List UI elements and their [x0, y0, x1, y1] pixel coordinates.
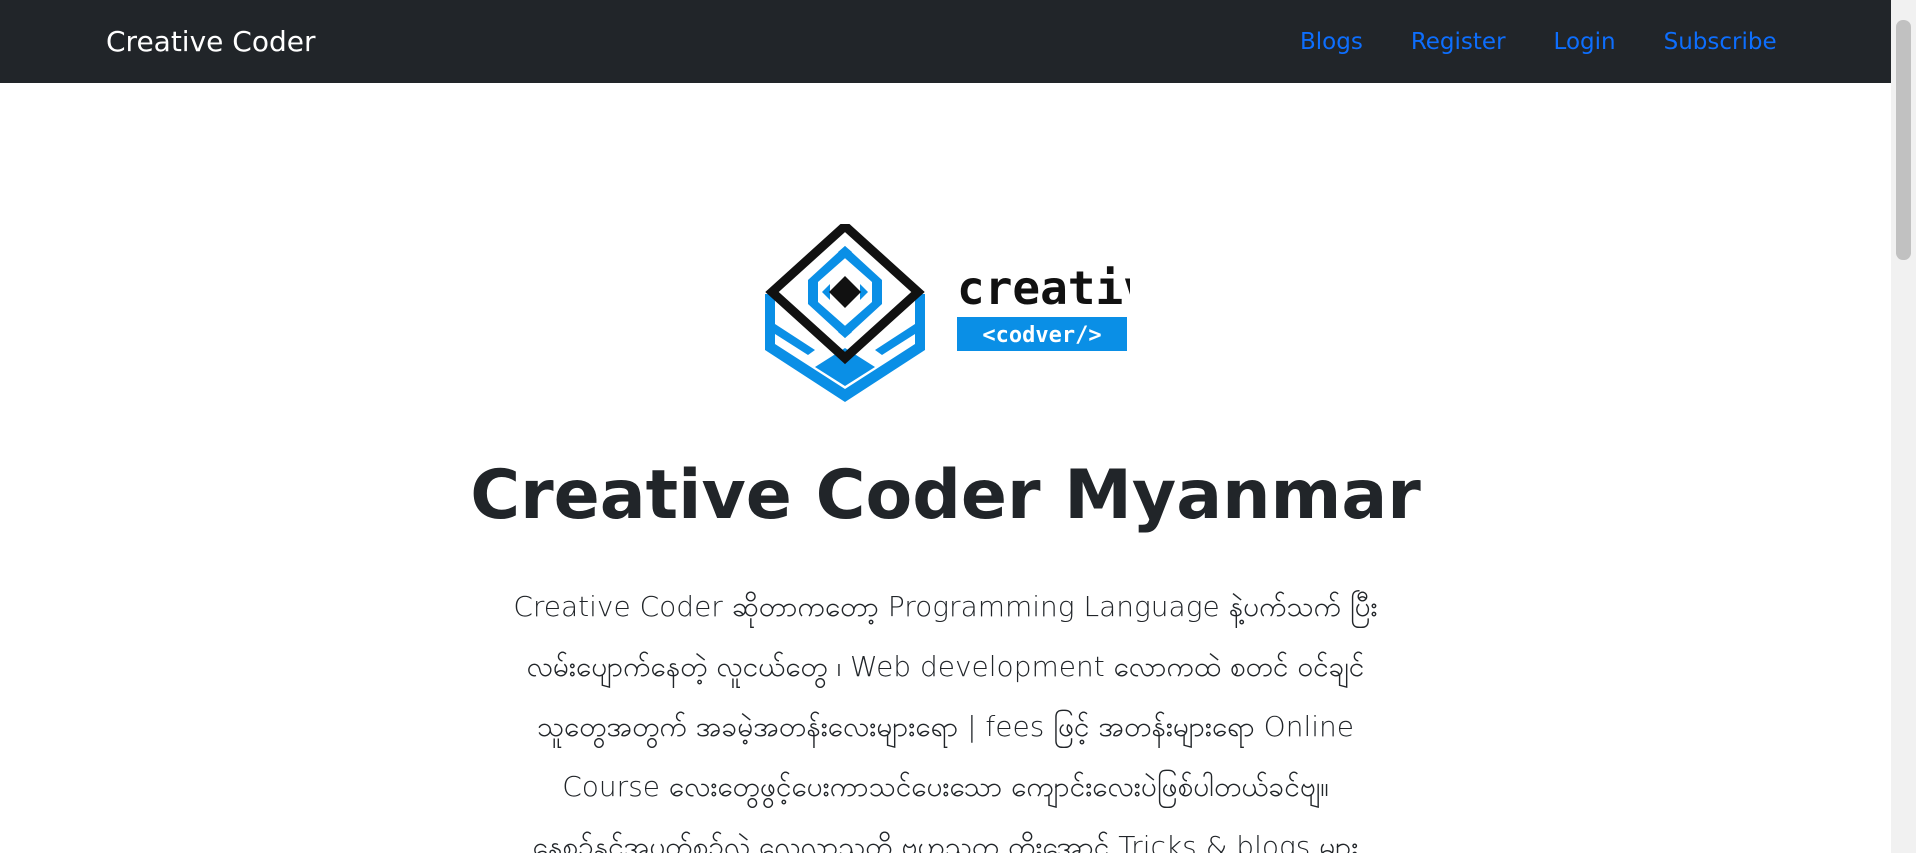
browser-viewport: Creative Coder Blogs Register Login Subs…: [0, 0, 1916, 853]
nav-link-login[interactable]: Login: [1554, 29, 1616, 55]
vertical-scrollbar[interactable]: [1891, 0, 1916, 853]
description-line: Creative Coder ဆိုတာကတော့ Programming La…: [513, 590, 1378, 623]
description-line: သူတွေအတွက် အခမဲ့အတန်းလေးများရော | fees ဖ…: [536, 710, 1354, 743]
scrollbar-thumb[interactable]: [1896, 20, 1911, 260]
hero-description: Creative Coder ဆိုတာကတော့ Programming La…: [478, 577, 1413, 853]
description-line: နေ့စဉ်နှင့်အပတ်စဉ်လဲ လေ့လာသတိ ဗဟုသုတ တို…: [532, 830, 1359, 853]
logo-tag: <codver/>: [982, 323, 1101, 348]
top-navbar: Creative Coder Blogs Register Login Subs…: [0, 0, 1891, 83]
nav-link-blogs[interactable]: Blogs: [1300, 29, 1363, 55]
logo-word: creative: [957, 261, 1130, 315]
nav-links: Blogs Register Login Subscribe: [1300, 22, 1777, 62]
creative-coder-logo: creative <codver/>: [765, 224, 1130, 402]
brand-link[interactable]: Creative Coder: [106, 22, 315, 62]
nav-link-register[interactable]: Register: [1411, 29, 1506, 55]
description-line: Course လေးတွေဖွင့်ပေးကာသင်ပေးသော ကျောင်း…: [562, 770, 1329, 803]
page-title: Creative Coder Myanmar: [470, 456, 1421, 535]
hero-section: creative <codver/> Creative Coder Myanma…: [0, 83, 1891, 853]
description-line: လမ်းပျောက်နေတဲ့ လူငယ်တွေ ၊ Web developme…: [526, 650, 1365, 683]
logo-cube-icon: [765, 224, 925, 402]
nav-link-subscribe[interactable]: Subscribe: [1664, 29, 1777, 55]
